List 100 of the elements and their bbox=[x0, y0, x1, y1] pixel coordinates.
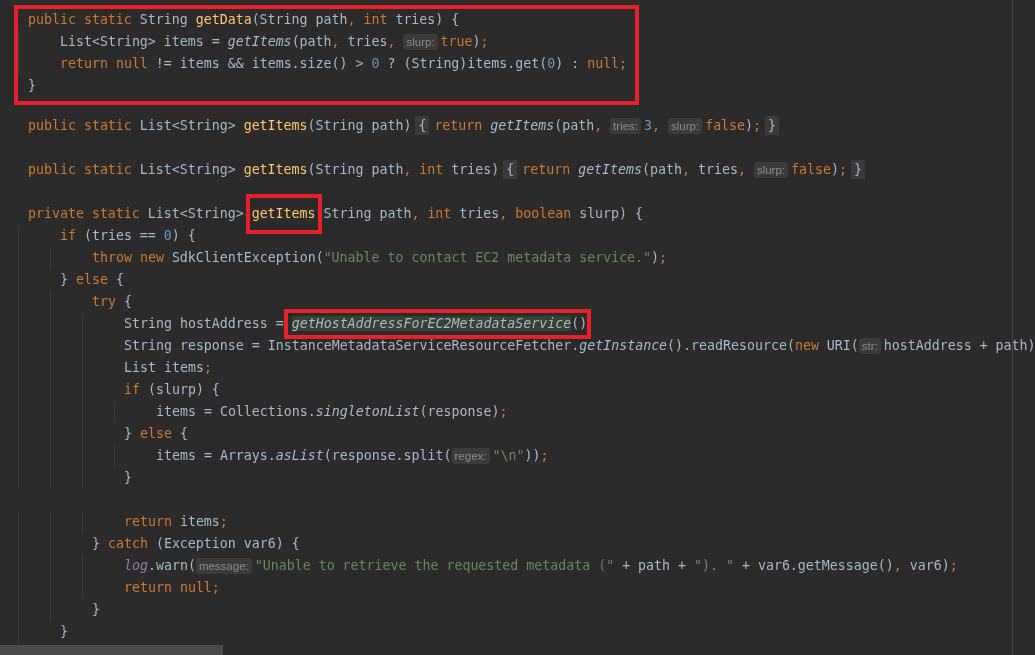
code-text: slurp) { bbox=[579, 206, 644, 221]
keyword: return null; bbox=[124, 580, 220, 595]
keyword: try bbox=[92, 294, 117, 309]
method-call: getItems bbox=[227, 34, 292, 49]
code-text: String path bbox=[323, 206, 412, 221]
number-literal: 0 bbox=[547, 56, 556, 71]
string-literal: "). " bbox=[694, 558, 734, 573]
keyword: false bbox=[791, 162, 831, 177]
code-text: tries bbox=[459, 206, 500, 221]
method-name: getData bbox=[195, 12, 252, 27]
keyword: false bbox=[705, 118, 746, 133]
code-text: (String path) bbox=[307, 118, 412, 133]
code-text: tries bbox=[697, 162, 738, 177]
keyword: return bbox=[434, 118, 484, 133]
code-text: ) { bbox=[171, 228, 196, 243]
keyword: , boolean bbox=[499, 206, 573, 221]
code-text: (response) bbox=[419, 404, 500, 419]
horizontal-scrollbar[interactable] bbox=[0, 645, 223, 655]
code-text: (path bbox=[291, 34, 332, 49]
folded-brace[interactable]: { bbox=[503, 160, 518, 179]
code-text: SdkClientException( bbox=[171, 250, 324, 265]
keyword: return bbox=[522, 162, 572, 177]
code-text: tries bbox=[347, 34, 388, 49]
keyword: , bbox=[737, 162, 747, 177]
keyword: public static bbox=[28, 12, 133, 27]
folded-brace[interactable]: } bbox=[765, 116, 780, 135]
keyword: , bbox=[682, 162, 691, 177]
keyword: ; bbox=[499, 404, 508, 419]
keyword: , bbox=[893, 558, 903, 573]
keyword: true bbox=[440, 34, 473, 49]
keyword: catch bbox=[108, 536, 149, 551]
code-text: ) bbox=[745, 118, 754, 133]
keyword: ; bbox=[838, 162, 847, 177]
keyword: null; bbox=[587, 56, 628, 71]
field-name: log bbox=[124, 558, 148, 573]
code-text: ) bbox=[651, 250, 660, 265]
keyword: , int bbox=[403, 162, 445, 177]
string-literal: "Unable to retrieve the requested metadata (" bbox=[254, 558, 615, 573]
folded-brace[interactable]: } bbox=[850, 160, 865, 179]
code-text: List<String> bbox=[139, 162, 237, 177]
code-text: ) bbox=[830, 162, 839, 177]
code-text: tries) bbox=[451, 162, 500, 177]
parameter-hint: tries: bbox=[610, 118, 642, 134]
code-text: (response.split( bbox=[323, 448, 452, 463]
code-text: } bbox=[92, 602, 100, 617]
code-text: List items bbox=[124, 360, 204, 375]
code-text: () bbox=[571, 316, 588, 331]
keyword: return bbox=[124, 514, 173, 529]
code-text: { bbox=[123, 294, 132, 309]
code-text: ) : bbox=[555, 56, 581, 71]
keyword: ; bbox=[949, 558, 958, 573]
keyword: new bbox=[794, 338, 820, 353]
code-text: List<String> bbox=[147, 206, 245, 221]
parameter-hint: regex: bbox=[451, 448, 490, 464]
folded-brace[interactable]: { bbox=[415, 116, 430, 135]
code-text: + path + bbox=[621, 558, 688, 573]
code-text: (String path bbox=[307, 162, 404, 177]
code-text: List<String> items = bbox=[60, 34, 221, 49]
method-call: getInstance bbox=[579, 338, 668, 353]
code-text: { bbox=[115, 272, 124, 287]
highlighted-method-call: getHostAddressForEC2MetadataService bbox=[291, 316, 572, 331]
code-text: hostAddress + path) bbox=[883, 338, 1035, 353]
code-text: (String path bbox=[251, 12, 348, 27]
keyword: public static bbox=[28, 118, 133, 133]
parameter-hint: str: bbox=[858, 338, 881, 354]
number-literal: 3 bbox=[644, 118, 653, 133]
keyword: , int bbox=[411, 206, 453, 221]
method-name: getItems bbox=[251, 206, 316, 221]
keyword: , bbox=[594, 118, 604, 133]
code-text: (Exception var6) { bbox=[155, 536, 300, 551]
parameter-hint: slurp: bbox=[668, 118, 703, 134]
code-text: String hostAddress = bbox=[124, 316, 285, 331]
parameter-hint: message: bbox=[195, 558, 252, 574]
keyword: ; bbox=[203, 360, 212, 375]
keyword: , bbox=[652, 118, 662, 133]
code-text: )) bbox=[524, 448, 541, 463]
keyword: , bbox=[331, 34, 341, 49]
code-text: (path bbox=[642, 162, 682, 177]
keyword: ; bbox=[753, 118, 762, 133]
keyword: public static bbox=[28, 162, 133, 177]
keyword: if bbox=[60, 228, 77, 243]
code-text: ().readResource( bbox=[667, 338, 795, 353]
code-text: items = Arrays. bbox=[156, 448, 276, 463]
code-text: + var6.getMessage() bbox=[740, 558, 894, 573]
code-text: tries) { bbox=[395, 12, 460, 27]
code-text: ? (String)items.get( bbox=[386, 56, 548, 71]
code-text: .warn( bbox=[147, 558, 196, 573]
code-text: List<String> bbox=[139, 118, 237, 133]
code-text: != items && items.size() > bbox=[155, 56, 365, 71]
keyword: else bbox=[76, 272, 109, 287]
code-text: } bbox=[92, 536, 101, 551]
code-text: items bbox=[179, 514, 220, 529]
code-text: (slurp) { bbox=[147, 382, 220, 397]
code-text: (path bbox=[554, 118, 595, 133]
keyword: ; bbox=[659, 250, 668, 265]
method-call: getItems bbox=[490, 118, 555, 133]
code-text: } bbox=[124, 470, 132, 485]
keyword: ; bbox=[540, 448, 549, 463]
keyword: ; bbox=[480, 34, 489, 49]
keyword: throw new bbox=[92, 250, 165, 265]
